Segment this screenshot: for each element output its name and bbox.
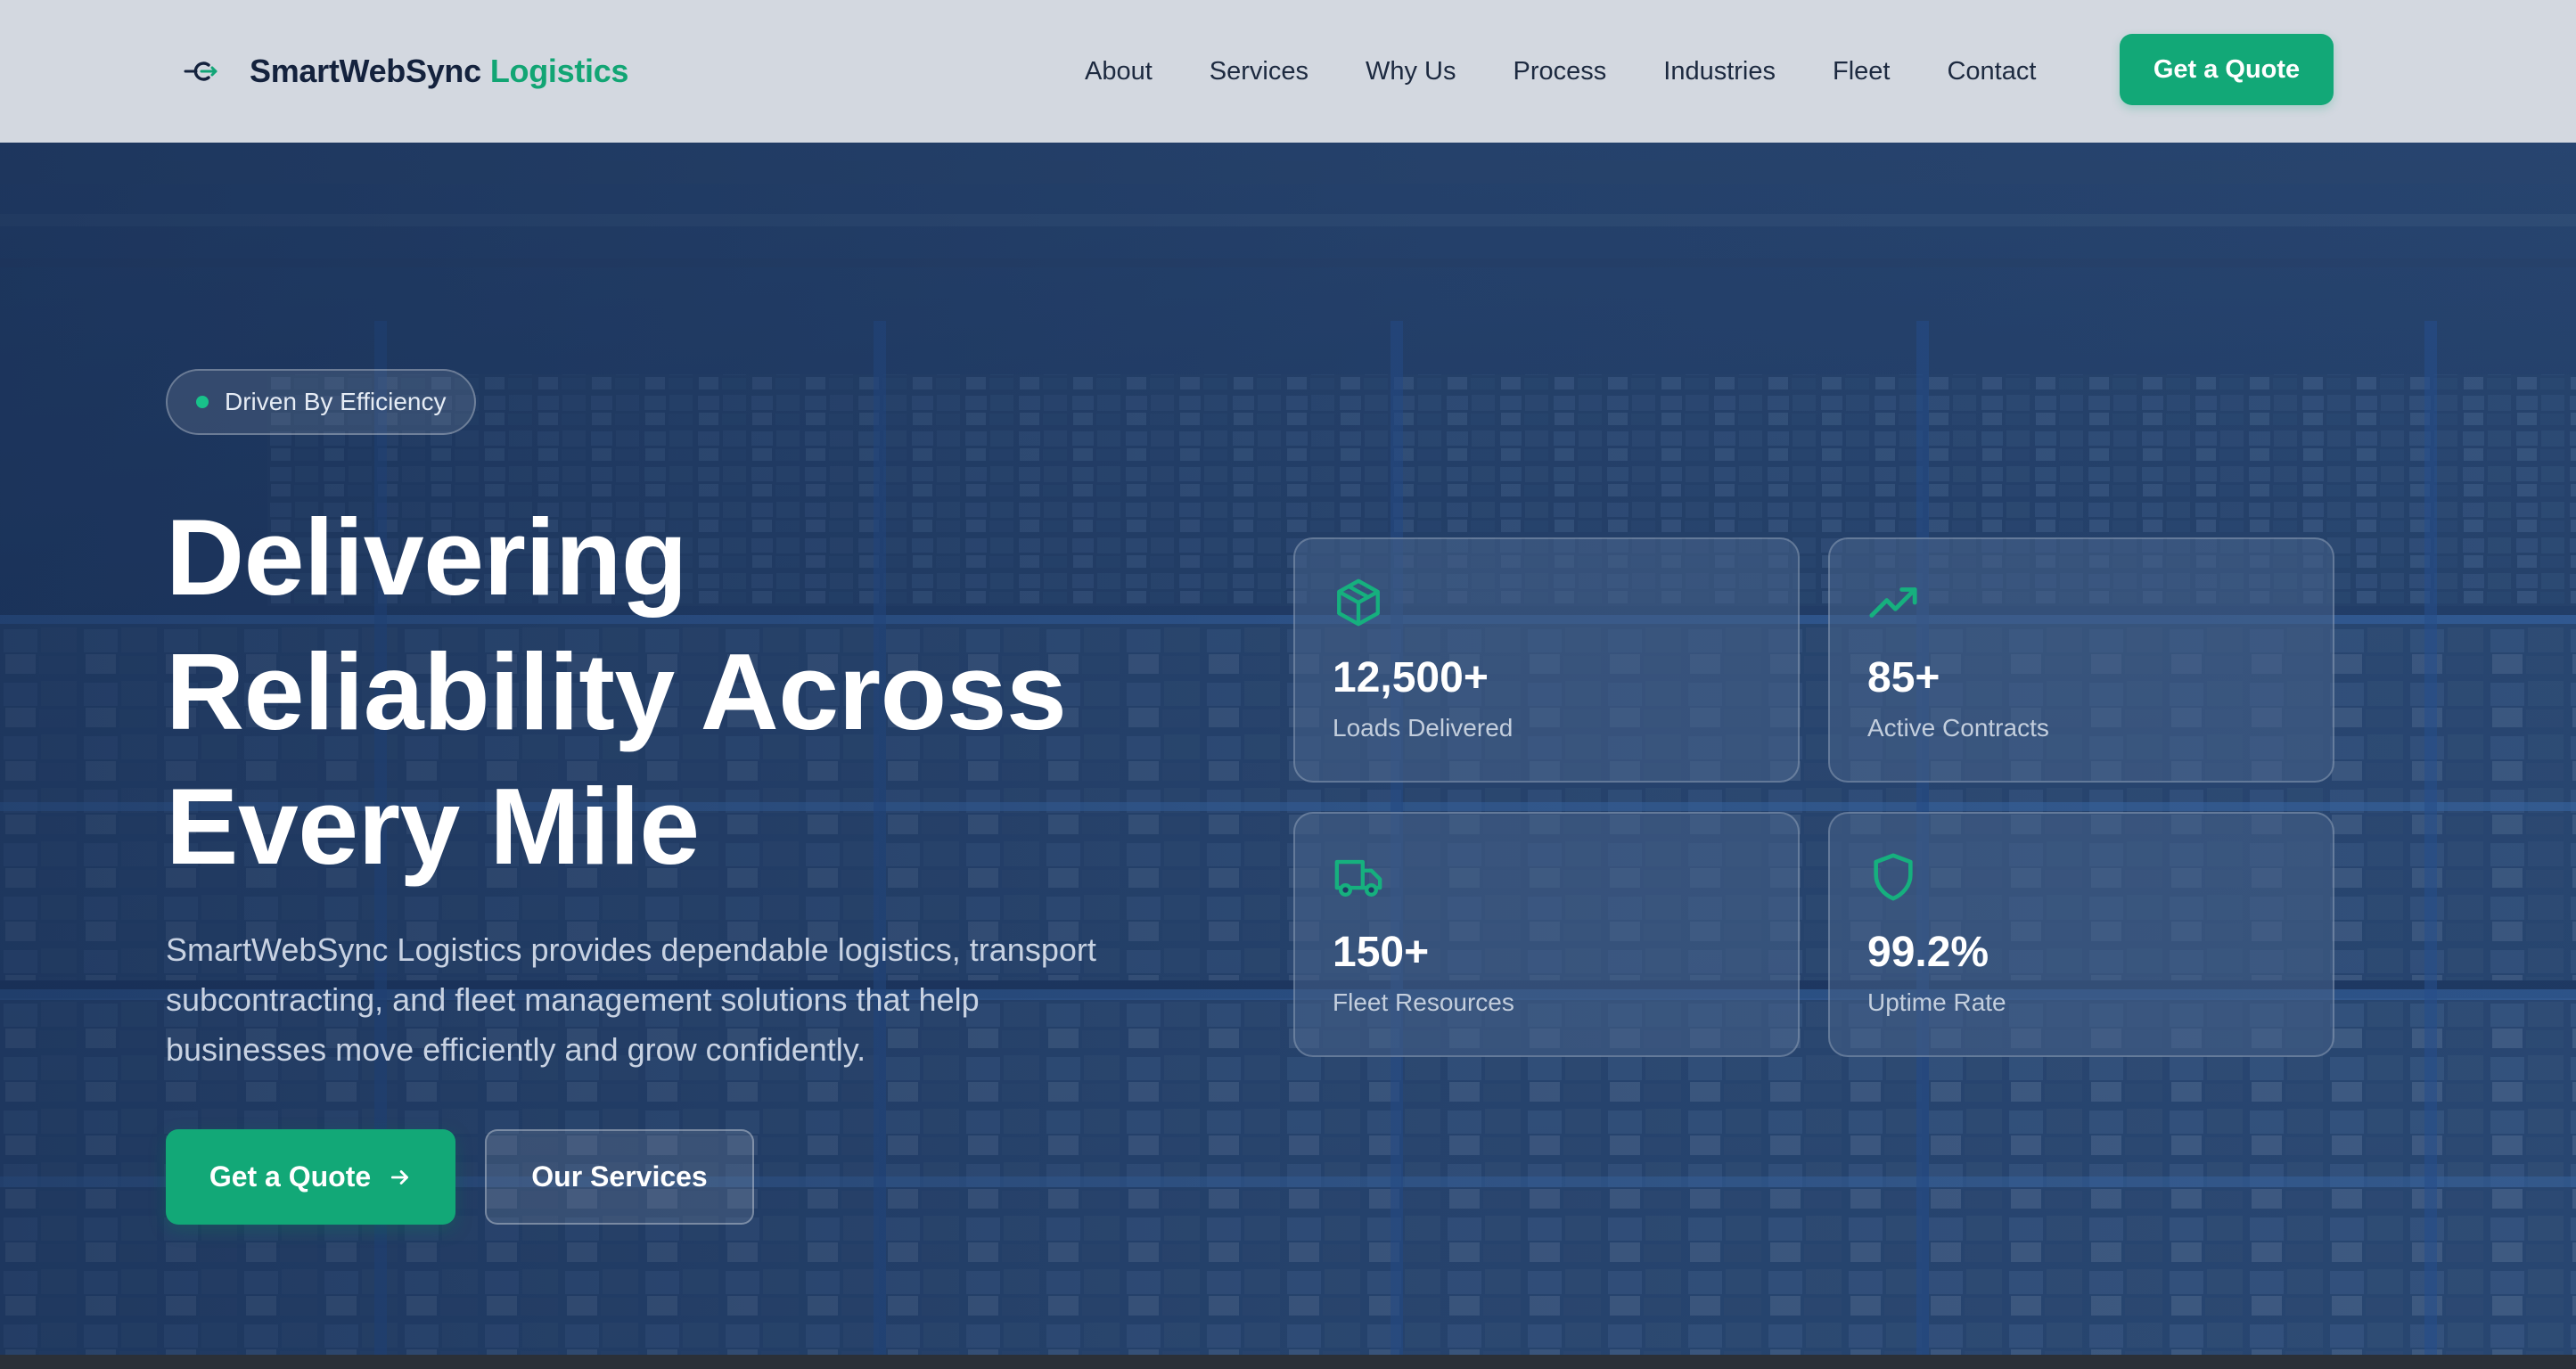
shield-icon [1874, 853, 1913, 901]
badge-dot-icon [196, 396, 209, 408]
nav-link-contact[interactable]: Contact [1947, 57, 2036, 86]
nav-link-industries[interactable]: Industries [1663, 57, 1776, 86]
hero-badge-text: Driven By Efficiency [225, 388, 447, 415]
stat-card-contracts: 85+ Active Contracts [1828, 537, 2334, 783]
brand-logo[interactable]: SmartWebSync Logistics [182, 46, 628, 96]
stat-value: 12,500+ [1333, 654, 1489, 701]
nav-get-quote-button[interactable]: Get a Quote [2120, 34, 2334, 105]
hero-description: SmartWebSync Logistics provides dependab… [166, 931, 1096, 1068]
nav-link-why-us[interactable]: Why Us [1366, 57, 1456, 86]
stat-label: Active Contracts [1867, 714, 2049, 742]
main-nav: About Services Why Us Process Industries… [1085, 46, 2036, 96]
bottom-edge-strip [0, 1355, 2576, 1369]
hero-title: Delivering Reliability Across Every Mile [166, 490, 1289, 894]
nav-link-fleet[interactable]: Fleet [1833, 57, 1890, 86]
nav-link-process[interactable]: Process [1514, 57, 1607, 86]
stat-card-loads: 12,500+ Loads Delivered [1293, 537, 1800, 783]
logo-icon [184, 61, 217, 81]
hero-get-quote-label: Get a Quote [209, 1160, 372, 1193]
stat-value: 99.2% [1867, 929, 1989, 976]
brand-name-main: SmartWebSync [250, 53, 481, 89]
brand-name: SmartWebSync Logistics [250, 53, 628, 90]
hero-our-services-button[interactable]: Our Services [485, 1129, 754, 1225]
hero-title-line: Reliability Across [166, 631, 1067, 752]
stat-card-fleet: 150+ Fleet Resources [1293, 812, 1800, 1057]
package-icon [1337, 578, 1380, 627]
stat-value: 85+ [1867, 654, 1940, 701]
truck-icon [1334, 859, 1382, 897]
nav-link-services[interactable]: Services [1210, 57, 1309, 86]
stat-label: Loads Delivered [1333, 714, 1514, 742]
hero-title-line: Delivering [166, 496, 687, 618]
arrow-right-icon [391, 1169, 409, 1185]
hero-title-line: Every Mile [166, 766, 700, 887]
hero-badge: Driven By Efficiency [166, 369, 477, 435]
stat-label: Uptime Rate [1867, 988, 2006, 1016]
stat-label: Fleet Resources [1333, 988, 1514, 1016]
nav-link-about[interactable]: About [1085, 57, 1153, 86]
stat-card-uptime: 99.2% Uptime Rate [1828, 812, 2334, 1057]
trending-up-icon [1869, 587, 1917, 618]
hero-section: Driven By Efficiency Delivering Reliabil… [0, 143, 2576, 1369]
top-navbar: SmartWebSync Logistics About Services Why… [0, 0, 2576, 143]
brand-name-accent: Logistics [489, 53, 629, 89]
stat-value: 150+ [1333, 929, 1430, 976]
hero-get-quote-button[interactable]: Get a Quote [166, 1129, 455, 1225]
